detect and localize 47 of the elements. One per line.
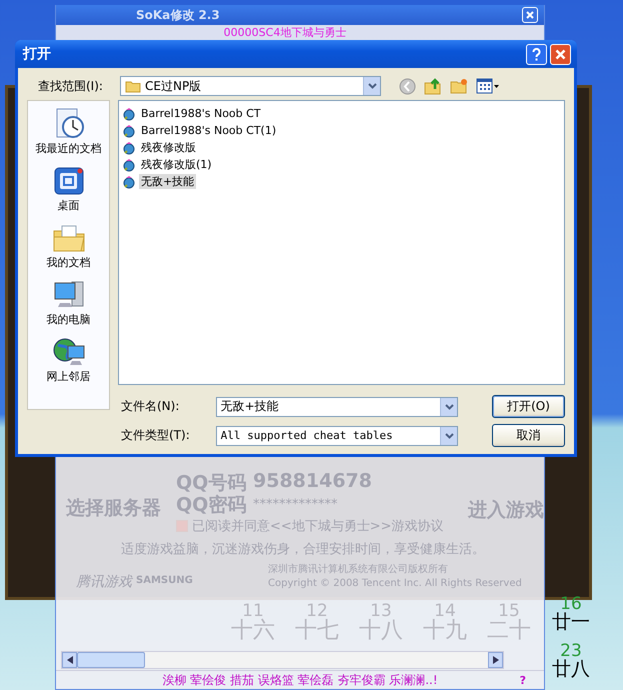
close-button[interactable] bbox=[522, 7, 538, 23]
look-in-label: 查找范围(I): bbox=[38, 78, 104, 94]
window-title: SoKa修改 2.3 bbox=[136, 6, 220, 24]
places-item[interactable]: 网上邻居 bbox=[46, 335, 90, 384]
file-icon bbox=[122, 174, 136, 188]
calendar-lunar-day: 廿八 bbox=[552, 660, 590, 679]
status-text: 涘柳 荤侩俊 措茄 误烙篮 荤侩磊 夯牢俊霸 乐澜澜..! bbox=[162, 672, 438, 688]
close-icon[interactable] bbox=[555, 48, 566, 60]
file-item[interactable]: 无敌+技能 bbox=[122, 173, 561, 190]
places-item[interactable]: 我最近的文档 bbox=[36, 107, 102, 156]
scrollbar-thumb[interactable] bbox=[77, 652, 145, 668]
places-item[interactable]: 我的电脑 bbox=[46, 278, 90, 327]
scroll-right-icon[interactable] bbox=[492, 656, 498, 664]
file-name-label: 文件名(N): bbox=[121, 398, 180, 415]
places-item[interactable]: 桌面 bbox=[52, 164, 86, 213]
file-type-label: 文件类型(T): bbox=[121, 427, 191, 444]
help-button[interactable] bbox=[526, 44, 547, 64]
open-button[interactable]: 打开(O) bbox=[492, 395, 565, 418]
file-icon bbox=[122, 106, 136, 120]
file-item[interactable]: Barrel1988's Noob CT bbox=[122, 105, 561, 122]
calendar-day: 23 bbox=[552, 643, 590, 660]
file-icon bbox=[122, 158, 136, 172]
close-button[interactable] bbox=[550, 44, 571, 64]
file-icon bbox=[122, 124, 136, 138]
calendar-day: 16 bbox=[552, 596, 590, 613]
dialog-title: 打开 bbox=[23, 45, 52, 63]
view-menu-icon[interactable] bbox=[476, 78, 500, 94]
places-item[interactable]: 我的文档 bbox=[46, 221, 90, 270]
file-name-field[interactable]: 无敌+技能 bbox=[216, 396, 458, 416]
file-icon bbox=[122, 140, 136, 154]
back-icon[interactable] bbox=[399, 78, 416, 94]
banner-text: 00000SC4地下城与勇士 bbox=[222, 25, 348, 40]
up-folder-icon[interactable] bbox=[424, 77, 442, 95]
file-item[interactable]: Barrel1988's Noob CT(1) bbox=[122, 122, 561, 139]
close-icon[interactable] bbox=[526, 11, 534, 19]
look-in-dropdown[interactable]: CE过NP版 bbox=[120, 76, 381, 96]
file-type-dropdown[interactable]: All supported cheat tables bbox=[216, 426, 458, 446]
cancel-button[interactable]: 取消 bbox=[492, 424, 565, 447]
help-text: ? bbox=[520, 674, 526, 687]
scroll-left-icon[interactable] bbox=[66, 656, 72, 664]
folder-icon bbox=[125, 80, 141, 92]
help-icon[interactable] bbox=[532, 48, 541, 60]
new-folder-icon[interactable] bbox=[450, 78, 468, 94]
horizontal-scrollbar[interactable] bbox=[61, 651, 504, 669]
file-item[interactable]: 残夜修改版(1) bbox=[122, 156, 561, 173]
calendar-lunar-day: 廿一 bbox=[552, 613, 590, 632]
file-item[interactable]: 残夜修改版 bbox=[122, 139, 561, 156]
